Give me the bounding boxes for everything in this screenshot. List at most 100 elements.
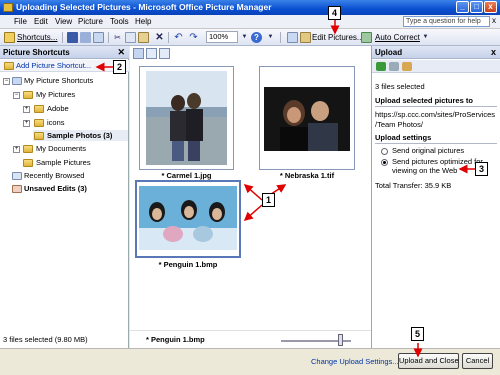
collapse-icon[interactable]: −	[13, 92, 20, 99]
menu-file[interactable]: File	[14, 17, 27, 26]
files-selected-text: 3 files selected	[375, 82, 425, 91]
penguin-photo	[139, 186, 237, 250]
title-bar: Uploading Selected Pictures - Microsoft …	[0, 0, 500, 15]
folder-icon	[34, 105, 44, 113]
callout-3: 3	[475, 162, 488, 176]
expand-icon[interactable]: +	[23, 120, 30, 127]
upload-and-close-button[interactable]: Upload and Close	[398, 353, 459, 369]
zoom-dropdown-icon[interactable]: ▼	[239, 32, 250, 43]
thumbnail-caption: * Carmel 1.jpg	[161, 171, 212, 180]
tree-my-picture-shortcuts[interactable]: My Picture Shortcuts	[24, 76, 93, 85]
undo-icon[interactable]: ↶	[173, 32, 184, 43]
add-picture-shortcut-link[interactable]: Add Picture Shortcut...	[0, 60, 129, 72]
auto-correct-button[interactable]: Auto Correct	[375, 31, 420, 44]
collapse-icon[interactable]: −	[3, 78, 10, 85]
toolbar-separator	[62, 32, 63, 43]
export-icon[interactable]	[80, 32, 91, 43]
current-file-label: * Penguin 1.bmp	[146, 335, 205, 344]
carmel-photo	[146, 71, 227, 165]
zoom-select[interactable]: 100%	[206, 31, 238, 43]
app-icon	[3, 3, 13, 12]
tree-my-documents[interactable]: My Documents	[36, 144, 86, 153]
expand-icon[interactable]: +	[23, 106, 30, 113]
mail-icon[interactable]	[93, 32, 104, 43]
thumbnail-view-icon[interactable]	[133, 48, 144, 59]
shortcuts-button[interactable]: Shortcuts...	[17, 31, 57, 44]
callout-2: 2	[113, 60, 126, 74]
maximize-button[interactable]: □	[470, 1, 483, 13]
help-icon[interactable]: ?	[251, 32, 262, 43]
tree-unsaved-edits[interactable]: Unsaved Edits (3)	[24, 184, 87, 193]
add-shortcut-label: Add Picture Shortcut...	[16, 61, 92, 70]
close-pane-icon[interactable]: x	[491, 46, 496, 59]
pane-title: Picture Shortcuts	[3, 48, 70, 57]
copy-icon[interactable]	[125, 32, 136, 43]
help-search-input[interactable]: Type a question for help	[403, 16, 490, 27]
menu-help[interactable]: Help	[135, 17, 151, 26]
thumbnail-penguin[interactable]	[135, 180, 241, 258]
delete-icon[interactable]: ✕	[154, 32, 165, 43]
toolbar-overflow-icon[interactable]: ▼	[420, 32, 431, 43]
tree-icons[interactable]: icons	[47, 118, 65, 127]
thumbnail-caption: * Penguin 1.bmp	[158, 260, 218, 269]
tree-adobe[interactable]: Adobe	[47, 104, 69, 113]
tree-sample-pictures[interactable]: Sample Pictures	[36, 158, 91, 167]
upload-settings-heading: Upload settings	[375, 133, 432, 142]
folder-icon	[23, 145, 33, 153]
edit-pictures-button[interactable]: Edit Pictures...	[312, 31, 364, 44]
thumbnail-area: * Carmel 1.jpg * Nebraska 1.tif * Pengui…	[130, 46, 371, 348]
upload-task-pane: Upload x 3 files selected Upload selecte…	[371, 46, 500, 348]
save-icon[interactable]	[67, 32, 78, 43]
pane-header: Upload x	[372, 46, 500, 59]
window-title: Uploading Selected Pictures - Microsoft …	[16, 2, 272, 12]
auto-correct-icon	[361, 32, 372, 43]
close-button[interactable]: x	[484, 1, 497, 13]
task-pane-nav	[372, 60, 500, 73]
folder-icon	[23, 159, 33, 167]
cut-icon[interactable]: ✂	[112, 32, 123, 43]
single-view-icon[interactable]	[159, 48, 170, 59]
radio-send-original[interactable]	[381, 148, 388, 155]
expand-icon[interactable]: +	[13, 146, 20, 153]
pane-header: Picture Shortcuts ✕	[0, 46, 129, 59]
menu-edit[interactable]: Edit	[34, 17, 48, 26]
pane-title: Upload	[375, 48, 403, 57]
thumbnail-carmel[interactable]	[139, 66, 234, 170]
zoom-slider-thumb[interactable]	[338, 334, 343, 346]
filmstrip-view-icon[interactable]	[146, 48, 157, 59]
change-upload-settings-link[interactable]: Change Upload Settings...	[311, 357, 399, 366]
menu-picture[interactable]: Picture	[78, 17, 103, 26]
filmstrip-bar: * Penguin 1.bmp	[130, 330, 371, 348]
picture-shortcuts-pane: Picture Shortcuts ✕ Add Picture Shortcut…	[0, 46, 129, 348]
total-transfer-text: Total Transfer: 35.9 KB	[375, 181, 452, 190]
folder-add-icon	[4, 62, 14, 70]
zoom-fit-icon[interactable]	[287, 32, 298, 43]
home-icon[interactable]	[402, 62, 412, 71]
folder-icon	[34, 132, 44, 140]
minimize-button[interactable]: _	[456, 1, 469, 13]
close-document-icon[interactable]: x	[492, 16, 496, 25]
forward-icon[interactable]	[389, 62, 399, 71]
redo-icon[interactable]: ↷	[188, 32, 199, 43]
toolbar-options-icon[interactable]: ▼	[265, 32, 276, 43]
tree-recently-browsed[interactable]: Recently Browsed	[24, 171, 84, 180]
unsaved-edits-icon	[12, 185, 22, 193]
cancel-button[interactable]: Cancel	[462, 353, 493, 369]
thumbnail-caption: * Nebraska 1.tif	[279, 171, 335, 180]
folder-icon	[4, 32, 15, 43]
paste-icon[interactable]	[138, 32, 149, 43]
menu-view[interactable]: View	[55, 17, 72, 26]
folder-icon	[34, 119, 44, 127]
shortcuts-icon	[12, 77, 22, 85]
radio-send-web[interactable]	[381, 159, 388, 166]
menu-tools[interactable]: Tools	[110, 17, 129, 26]
tree-sample-photos[interactable]: Sample Photos (3)	[47, 131, 112, 140]
close-pane-icon[interactable]: ✕	[117, 46, 125, 59]
tree-my-pictures[interactable]: My Pictures	[36, 90, 75, 99]
thumbnail-nebraska[interactable]	[259, 66, 355, 170]
option-web-label-line1: Send pictures optimized for	[392, 157, 483, 166]
selection-status: 3 files selected (9.80 MB)	[3, 335, 88, 344]
upload-url-line2: /Team Photos/	[375, 120, 423, 129]
back-icon[interactable]	[376, 62, 386, 71]
nebraska-photo	[264, 87, 350, 151]
